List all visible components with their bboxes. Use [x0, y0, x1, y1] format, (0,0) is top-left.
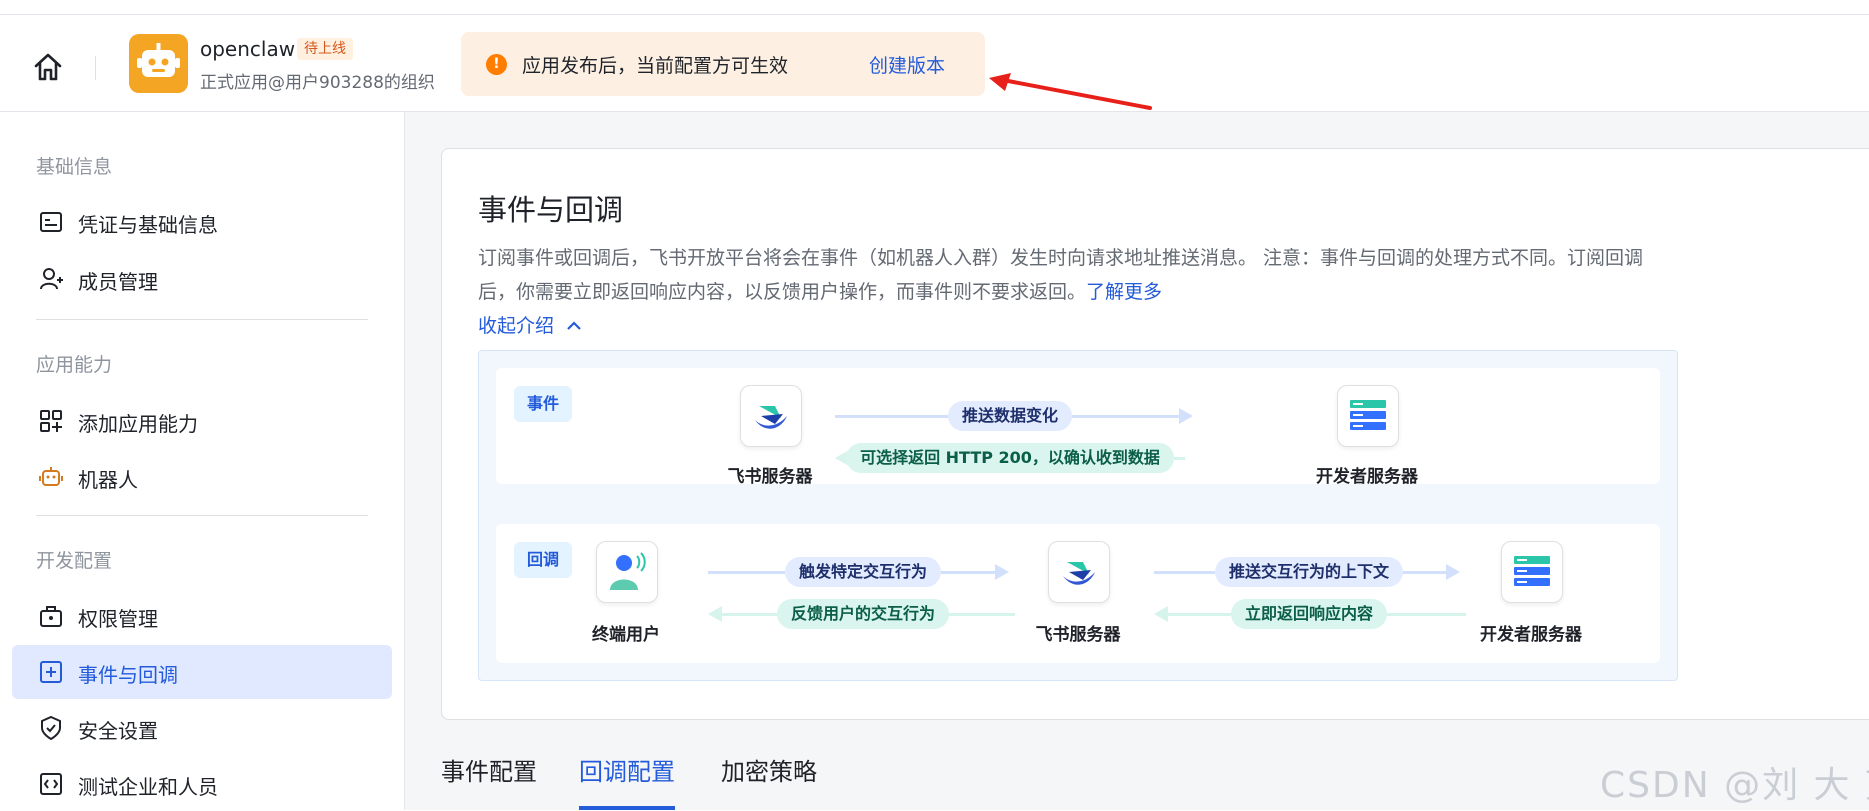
arrow-left-icon [1154, 606, 1168, 622]
app-subtitle: 正式应用@用户903288的组织 [200, 73, 435, 93]
feishu-server-node [740, 385, 802, 447]
tab-callback-config[interactable]: 回调配置 [579, 752, 675, 787]
event-push-pill: 推送数据变化 [947, 401, 1073, 431]
robot-icon [39, 467, 63, 486]
server-stack-icon [1514, 556, 1550, 586]
sidebar-item-bot[interactable]: 机器人 [12, 450, 392, 504]
event-plus-icon [40, 661, 62, 683]
home-icon[interactable] [30, 49, 66, 85]
intro-card: 事件与回调 订阅事件或回调后，飞书开放平台将会在事件（如机器人入群）发生时向请求… [441, 148, 1869, 720]
user-voice-icon [610, 552, 646, 590]
feishu-server-label: 飞书服务器 [727, 467, 813, 487]
create-version-link[interactable]: 创建版本 [869, 51, 945, 78]
app-name: openclaw [200, 37, 296, 61]
sidebar-item-add-capability[interactable]: 添加应用能力 [12, 394, 392, 448]
arrow-right-icon [995, 564, 1009, 580]
end-user-label: 终端用户 [592, 625, 660, 645]
shield-icon [41, 715, 61, 741]
annotation-arrow [989, 73, 1152, 110]
top-strip [0, 0, 1869, 15]
section-app-capability: 应用能力 [36, 354, 113, 376]
arrow-left-icon [708, 606, 722, 622]
callback-flow-row: 回调 终端用户 触发特定交互行为 反馈用户的交互行为 飞书服务器 推送交互行为的… [496, 524, 1660, 663]
credential-card-icon [40, 212, 62, 232]
apps-grid-icon [40, 410, 62, 432]
flow-diagram: 事件 飞书服务器 推送数据变化 可选择返回 HTTP 200，以确认收到数据 开… [478, 350, 1678, 681]
watermark: CSDN @刘 大 望 [1600, 765, 1869, 806]
feishu-server-label: 飞书服务器 [1035, 625, 1121, 645]
active-tab-indicator [579, 806, 675, 810]
section-basic-info: 基础信息 [36, 156, 113, 178]
dev-server-label: 开发者服务器 [1480, 625, 1582, 645]
sidebar-item-test-org[interactable]: 测试企业和人员 [12, 757, 392, 811]
sidebar-item-permissions[interactable]: 权限管理 [12, 589, 392, 643]
sidebar-item-label: 成员管理 [78, 270, 158, 294]
event-tag: 事件 [514, 386, 573, 422]
add-user-icon [40, 268, 63, 290]
cb-push-context-pill: 推送交互行为的上下文 [1214, 557, 1404, 587]
app-logo [129, 34, 188, 93]
page-title: 事件与回调 [478, 193, 624, 227]
feishu-logo-icon [1063, 562, 1095, 585]
learn-more-link[interactable]: 了解更多 [1086, 281, 1162, 303]
sidebar-item-label: 凭证与基础信息 [78, 213, 218, 237]
dev-server-label: 开发者服务器 [1316, 467, 1418, 487]
arrow-right-icon [1179, 408, 1193, 424]
sidebar-divider [36, 515, 368, 516]
feishu-logo-icon [755, 406, 787, 429]
intro-text: 订阅事件或回调后，飞书开放平台将会在事件（如机器人入群）发生时向请求地址推送消息… [478, 247, 1644, 303]
notice-text: 应用发布后，当前配置方可生效 [522, 55, 789, 77]
cb-return-pill: 立即返回响应内容 [1230, 599, 1388, 629]
warning-icon: ! [486, 54, 507, 75]
sidebar-item-members[interactable]: 成员管理 [12, 252, 392, 306]
arrow-right-icon [1446, 564, 1460, 580]
end-user-node [596, 541, 658, 603]
header-divider [95, 56, 96, 80]
section-dev-config: 开发配置 [36, 550, 113, 572]
sidebar: 基础信息 凭证与基础信息 成员管理 应用能力 添加应用能力 机器人 开发配置 权… [0, 112, 405, 810]
sidebar-item-label: 添加应用能力 [78, 412, 198, 436]
intro-description: 订阅事件或回调后，飞书开放平台将会在事件（如机器人入群）发生时向请求地址推送消息… [478, 241, 1658, 309]
chevron-up-icon [567, 321, 581, 330]
main-content: 事件与回调 订阅事件或回调后，飞书开放平台将会在事件（如机器人入群）发生时向请求… [405, 112, 1869, 810]
tab-event-config[interactable]: 事件配置 [441, 752, 537, 787]
sidebar-item-label: 机器人 [78, 468, 138, 492]
robot-icon [137, 43, 180, 77]
app-status-badge: 待上线 [297, 38, 353, 60]
sidebar-item-events-callbacks[interactable]: 事件与回调 [12, 645, 392, 699]
feishu-server-node [1048, 541, 1110, 603]
app-header: openclaw 待上线 正式应用@用户903288的组织 ! 应用发布后，当前… [0, 15, 1869, 112]
briefcase-lock-icon [40, 606, 62, 627]
callback-tag: 回调 [514, 542, 573, 578]
cb-feedback-pill: 反馈用户的交互行为 [776, 599, 950, 629]
sidebar-item-label: 事件与回调 [78, 663, 178, 687]
sidebar-item-label: 权限管理 [78, 607, 158, 631]
publish-notice: ! 应用发布后，当前配置方可生效 创建版本 [461, 32, 985, 96]
cb-trigger-pill: 触发特定交互行为 [784, 557, 942, 587]
event-flow-row: 事件 飞书服务器 推送数据变化 可选择返回 HTTP 200，以确认收到数据 开… [496, 368, 1660, 487]
dev-server-node [1337, 385, 1399, 447]
server-stack-icon [1350, 400, 1386, 430]
collapse-intro-button[interactable]: 收起介绍 [478, 311, 582, 338]
sidebar-item-security[interactable]: 安全设置 [12, 701, 392, 755]
sidebar-item-credentials[interactable]: 凭证与基础信息 [12, 195, 392, 249]
sidebar-item-label: 测试企业和人员 [78, 775, 218, 799]
sidebar-divider [36, 319, 368, 320]
sidebar-item-label: 安全设置 [78, 719, 158, 743]
event-return-pill: 可选择返回 HTTP 200，以确认收到数据 [846, 443, 1174, 473]
dev-server-node [1501, 541, 1563, 603]
tab-encryption[interactable]: 加密策略 [721, 752, 817, 787]
code-icon [40, 773, 62, 795]
collapse-label: 收起介绍 [478, 315, 555, 337]
